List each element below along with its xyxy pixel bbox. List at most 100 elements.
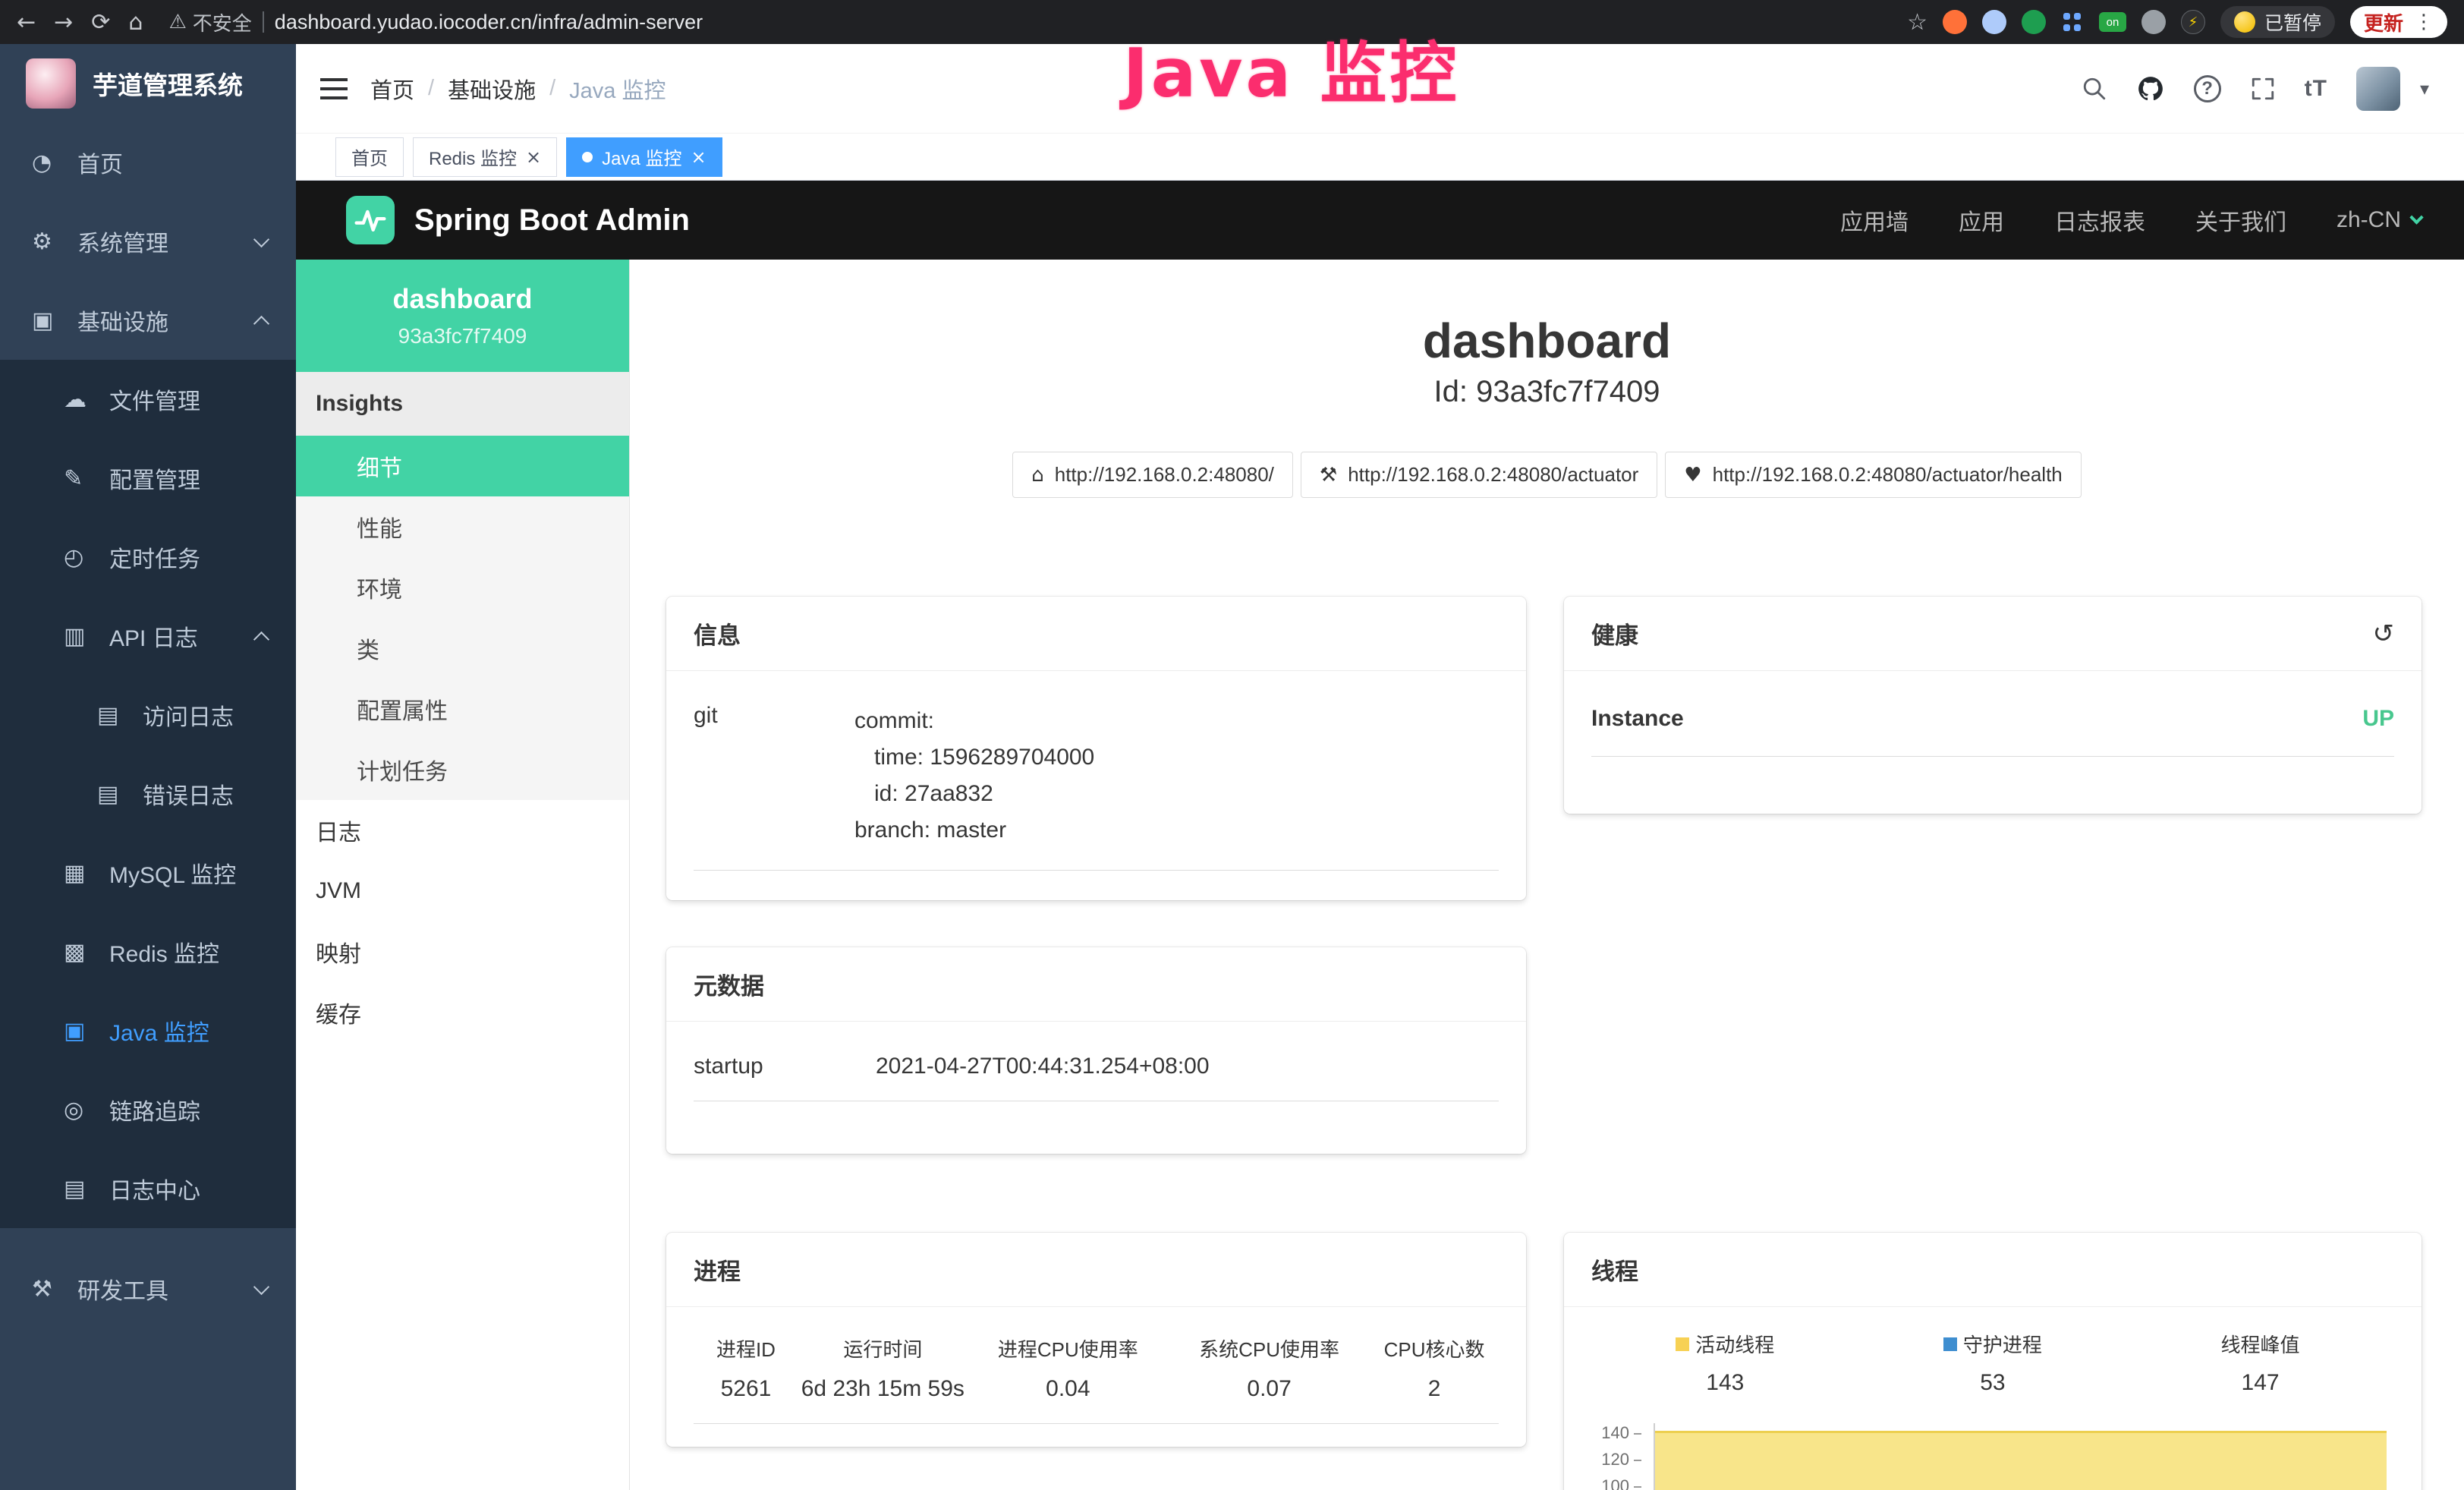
sidebar-item-dev-tools[interactable]: ⚒ 研发工具 <box>0 1249 296 1328</box>
instance-links: ⌂ http://192.168.0.2:48080/ ⚒ http://192… <box>630 452 2464 498</box>
ext-droplet-icon[interactable] <box>1982 10 2006 34</box>
collapse-menu-icon[interactable] <box>320 78 348 99</box>
actuator-url-link[interactable]: ⚒ http://192.168.0.2:48080/actuator <box>1301 452 1657 498</box>
language-label: zh-CN <box>2337 207 2401 233</box>
process-column: 运行时间 6d 23h 15m 59s <box>798 1334 968 1402</box>
brand-logo[interactable]: 芋道管理系统 <box>0 44 296 123</box>
brand-avatar <box>26 58 76 109</box>
sba-nav-journal[interactable]: 日志报表 <box>2054 203 2145 237</box>
address-divider <box>263 11 264 33</box>
breadcrumb-infrastructure[interactable]: 基础设施 <box>448 73 536 105</box>
sidebar-item-label: 访问日志 <box>143 698 234 732</box>
process-column: 进程CPU使用率 0.04 <box>968 1334 1169 1402</box>
ext-on-toggle-icon[interactable]: on <box>2099 12 2126 32</box>
paused-label: 已暂停 <box>2264 8 2321 36</box>
sba-nav-about[interactable]: 关于我们 <box>2195 203 2286 237</box>
service-url-link[interactable]: ⌂ http://192.168.0.2:48080/ <box>1012 452 1293 498</box>
sba-menu-config-props[interactable]: 配置属性 <box>296 679 629 739</box>
sidebar-item-java-monitor[interactable]: ▣ Java 监控 <box>0 991 296 1070</box>
breadcrumb: 首页 / 基础设施 / Java 监控 <box>370 73 666 105</box>
ext-grid-icon[interactable] <box>2061 11 2084 33</box>
live-threads-swatch-icon <box>1676 1337 1689 1351</box>
daemon-threads-swatch-icon <box>1943 1337 1957 1351</box>
github-icon[interactable] <box>2136 74 2165 103</box>
breadcrumb-separator: / <box>549 76 555 101</box>
screen: ← → ⟳ ⌂ ⚠ 不安全 dashboard.yudao.iocoder.cn… <box>0 0 2464 1490</box>
tab-redis-monitor[interactable]: Redis 监控 × <box>413 137 557 177</box>
profile-paused-pill[interactable]: 已暂停 <box>2220 6 2335 38</box>
breadcrumb-home[interactable]: 首页 <box>370 73 414 105</box>
ext-gray-icon[interactable] <box>2141 10 2166 34</box>
history-icon[interactable]: ↺ <box>2373 619 2395 649</box>
tab-home[interactable]: 首页 <box>335 137 404 177</box>
close-icon[interactable]: × <box>526 146 541 168</box>
forward-icon[interactable]: → <box>54 9 73 36</box>
cloud-icon: ☁ <box>64 386 93 413</box>
sba-menu-classes[interactable]: 类 <box>296 618 629 679</box>
sidebar-item-log-center[interactable]: ▤ 日志中心 <box>0 1149 296 1228</box>
user-menu-caret-icon[interactable]: ▾ <box>2420 78 2429 99</box>
sidebar-item-scheduled-jobs[interactable]: ◴ 定时任务 <box>0 518 296 597</box>
search-icon[interactable] <box>2082 76 2107 102</box>
ext-green-icon[interactable] <box>2022 10 2046 34</box>
help-icon[interactable]: ? <box>2194 75 2221 102</box>
sidebar-item-tracing[interactable]: ◎ 链路追踪 <box>0 1070 296 1149</box>
sba-menu-environment[interactable]: 环境 <box>296 557 629 618</box>
update-label: 更新 <box>2364 8 2403 36</box>
sba-menu-caches[interactable]: 缓存 <box>296 982 629 1043</box>
reload-icon[interactable]: ⟳ <box>91 9 110 36</box>
address-bar[interactable]: ⚠ 不安全 dashboard.yudao.iocoder.cn/infra/a… <box>168 8 703 36</box>
user-avatar[interactable] <box>2356 67 2400 111</box>
sidebar-item-label: 系统管理 <box>77 225 168 258</box>
sba-nav-wallboard[interactable]: 应用墙 <box>1840 203 1909 237</box>
sidebar-item-api-logs[interactable]: ▥ API 日志 <box>0 597 296 676</box>
sba-menu-scheduled-tasks[interactable]: 计划任务 <box>296 739 629 800</box>
fullscreen-icon[interactable] <box>2250 76 2276 102</box>
browser-extensions-area: ☆ on ⚡ 已暂停 更新 ⋮ <box>1907 6 2447 38</box>
sba-menu-mappings[interactable]: 映射 <box>296 921 629 982</box>
health-card: 健康 ↺ Instance UP <box>1564 597 2422 814</box>
sidebar-item-error-logs[interactable]: ▤ 错误日志 <box>0 754 296 833</box>
sidebar-item-label: 基础设施 <box>77 304 168 337</box>
font-size-icon[interactable]: tT <box>2305 76 2327 102</box>
y-tick: 140 <box>1591 1423 1641 1443</box>
sba-nav-applications[interactable]: 应用 <box>1959 203 2004 237</box>
sba-menu-details[interactable]: 细节 <box>296 436 629 496</box>
sidebar-item-infrastructure[interactable]: ▣ 基础设施 <box>0 281 296 360</box>
sidebar-item-label: API 日志 <box>109 619 198 653</box>
chrome-update-button[interactable]: 更新 ⋮ <box>2350 6 2447 38</box>
browser-home-icon[interactable]: ⌂ <box>128 9 143 36</box>
sba-logo-icon[interactable] <box>346 196 395 244</box>
sidebar-item-home[interactable]: ◔ 首页 <box>0 123 296 202</box>
threads-chart: 140 120 100 <box>1591 1417 2394 1490</box>
card-title: 健康 <box>1591 616 1638 650</box>
sidebar-item-config-mgmt[interactable]: ✎ 配置管理 <box>0 439 296 518</box>
sba-menu-logs[interactable]: 日志 <box>296 800 629 861</box>
ext-orange-icon[interactable] <box>1943 10 1967 34</box>
sidebar-item-mysql-monitor[interactable]: ▦ MySQL 监控 <box>0 833 296 912</box>
annotation-text: Java 监控 <box>1123 20 1460 116</box>
health-url-link[interactable]: ♥ http://192.168.0.2:48080/actuator/heal… <box>1665 452 2081 498</box>
url-text[interactable]: dashboard.yudao.iocoder.cn/infra/admin-s… <box>275 11 703 34</box>
language-selector[interactable]: zh-CN <box>2337 207 2422 233</box>
gear-icon: ⚙ <box>32 228 61 255</box>
sidebar-item-redis-monitor[interactable]: ▩ Redis 监控 <box>0 912 296 991</box>
sidebar-item-file-mgmt[interactable]: ☁ 文件管理 <box>0 360 296 439</box>
document-icon: ▤ <box>97 702 126 729</box>
browser-menu-icon[interactable]: ⋮ <box>2414 11 2434 33</box>
sidebar-item-access-logs[interactable]: ▤ 访问日志 <box>0 676 296 754</box>
link-label: http://192.168.0.2:48080/actuator <box>1348 463 1638 487</box>
sidebar-item-system-mgmt[interactable]: ⚙ 系统管理 <box>0 202 296 281</box>
back-icon[interactable]: ← <box>17 9 36 36</box>
card-title: 进程 <box>666 1233 1526 1307</box>
sba-menu-jvm[interactable]: JVM <box>296 861 629 921</box>
eye-icon: ◎ <box>64 1097 93 1123</box>
bookmark-star-icon[interactable]: ☆ <box>1907 9 1927 36</box>
chevron-down-icon <box>253 231 269 247</box>
sba-menu-performance[interactable]: 性能 <box>296 496 629 557</box>
ext-bolt-icon[interactable]: ⚡ <box>2181 10 2205 34</box>
tab-java-monitor[interactable]: Java 监控 × <box>566 137 722 177</box>
chevron-down-icon <box>2409 210 2423 224</box>
close-icon[interactable]: × <box>691 146 706 168</box>
bolt-glyph: ⚡ <box>2189 14 2198 30</box>
